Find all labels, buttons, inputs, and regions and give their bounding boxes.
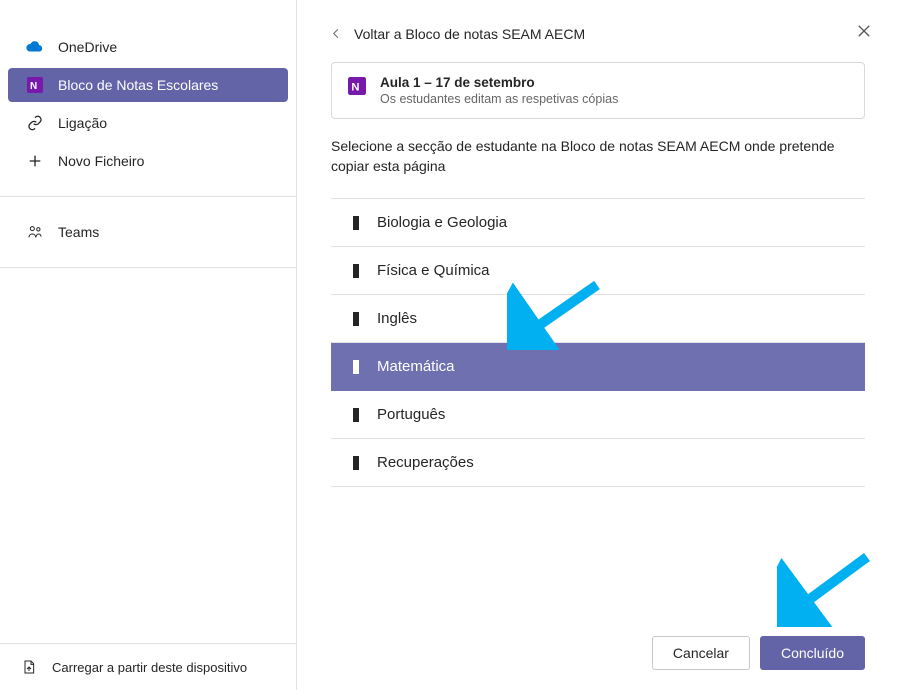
chevron-left-icon — [331, 26, 342, 42]
sidebar-item-class-notebook[interactable]: N Bloco de Notas Escolares — [8, 68, 288, 102]
section-marker-icon — [353, 456, 359, 470]
section-item-portugues[interactable]: Português — [331, 391, 865, 439]
section-item-biologia[interactable]: Biologia e Geologia — [331, 199, 865, 247]
note-subtitle: Os estudantes editam as respetivas cópia… — [380, 92, 618, 106]
section-item-fisica[interactable]: Física e Química — [331, 247, 865, 295]
sidebar-item-teams[interactable]: Teams — [8, 215, 288, 249]
onenote-icon: N — [348, 77, 366, 95]
sidebar-item-new-file[interactable]: Novo Ficheiro — [8, 144, 288, 178]
back-link[interactable]: Voltar a Bloco de notas SEAM AECM — [331, 26, 865, 42]
sidebar: OneDrive N Bloco de Notas Escolares Liga… — [0, 0, 297, 690]
cancel-button[interactable]: Cancelar — [652, 636, 750, 670]
section-marker-icon — [353, 408, 359, 422]
onedrive-icon — [26, 38, 44, 56]
section-marker-icon — [353, 264, 359, 278]
svg-text:N: N — [30, 81, 37, 92]
section-label: Biologia e Geologia — [377, 214, 507, 231]
divider — [0, 196, 296, 197]
section-marker-icon — [353, 216, 359, 230]
divider — [0, 267, 296, 268]
onenote-icon: N — [26, 76, 44, 94]
section-marker-icon — [353, 312, 359, 326]
section-list: Biologia e Geologia Física e Química Ing… — [331, 198, 865, 487]
teams-icon — [26, 223, 44, 241]
sidebar-item-label: OneDrive — [58, 39, 117, 55]
section-marker-icon — [353, 360, 359, 374]
upload-icon — [20, 658, 38, 676]
back-label: Voltar a Bloco de notas SEAM AECM — [354, 26, 585, 42]
close-button[interactable] — [857, 24, 871, 42]
section-label: Inglês — [377, 310, 417, 327]
dialog-footer: Cancelar Concluído — [331, 616, 865, 670]
sidebar-item-label: Bloco de Notas Escolares — [58, 77, 218, 93]
svg-text:N: N — [351, 82, 359, 94]
section-label: Português — [377, 406, 445, 423]
instruction-text: Selecione a secção de estudante na Bloco… — [331, 137, 865, 176]
done-button[interactable]: Concluído — [760, 636, 865, 670]
section-item-ingles[interactable]: Inglês — [331, 295, 865, 343]
section-item-matematica[interactable]: Matemática — [331, 343, 865, 391]
sidebar-item-label: Novo Ficheiro — [58, 153, 144, 169]
section-label: Física e Química — [377, 262, 490, 279]
sidebar-item-onedrive[interactable]: OneDrive — [8, 30, 288, 64]
link-icon — [26, 114, 44, 132]
upload-label: Carregar a partir deste dispositivo — [52, 660, 247, 675]
sidebar-item-label: Ligação — [58, 115, 107, 131]
note-card: N Aula 1 – 17 de setembro Os estudantes … — [331, 62, 865, 119]
note-title: Aula 1 – 17 de setembro — [380, 75, 618, 90]
section-item-recuperacoes[interactable]: Recuperações — [331, 439, 865, 487]
sidebar-item-link[interactable]: Ligação — [8, 106, 288, 140]
upload-from-device[interactable]: Carregar a partir deste dispositivo — [0, 643, 296, 690]
section-label: Matemática — [377, 358, 455, 375]
plus-icon — [26, 152, 44, 170]
main: Voltar a Bloco de notas SEAM AECM N Aula… — [297, 0, 899, 690]
sidebar-item-label: Teams — [58, 224, 99, 240]
section-label: Recuperações — [377, 454, 474, 471]
